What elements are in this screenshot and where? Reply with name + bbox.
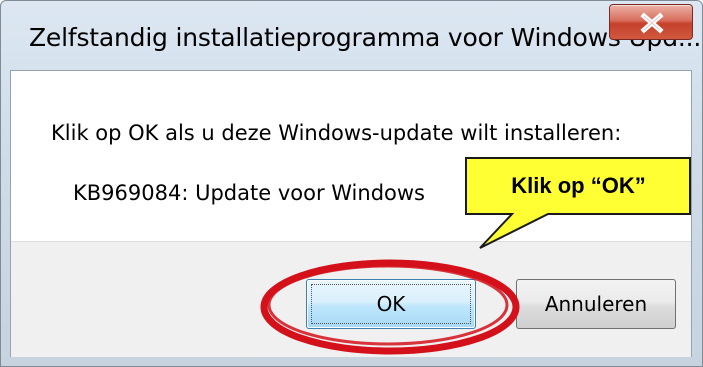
cancel-button-label: Annuleren	[544, 292, 648, 316]
install-prompt-text: Klik op OK als u deze Windows-update wil…	[51, 121, 622, 145]
title-bar[interactable]: Zelfstandig installatieprogramma voor Wi…	[1, 1, 703, 73]
cancel-button[interactable]: Annuleren	[516, 279, 676, 329]
callout-text: Klik op “OK”	[511, 173, 646, 198]
close-button[interactable]	[609, 4, 693, 40]
window-title: Zelfstandig installatieprogramma voor Wi…	[29, 23, 702, 52]
button-bar: OK Annuleren	[11, 241, 691, 357]
ok-button[interactable]: OK	[306, 279, 476, 329]
update-name-text: KB969084: Update voor Windows	[73, 181, 425, 205]
ok-button-label: OK	[376, 292, 406, 316]
dialog-content: Klik op OK als u deze Windows-update wil…	[10, 70, 692, 357]
screenshot-stage: Zelfstandig installatieprogramma voor Wi…	[0, 0, 703, 367]
close-icon	[640, 12, 664, 34]
